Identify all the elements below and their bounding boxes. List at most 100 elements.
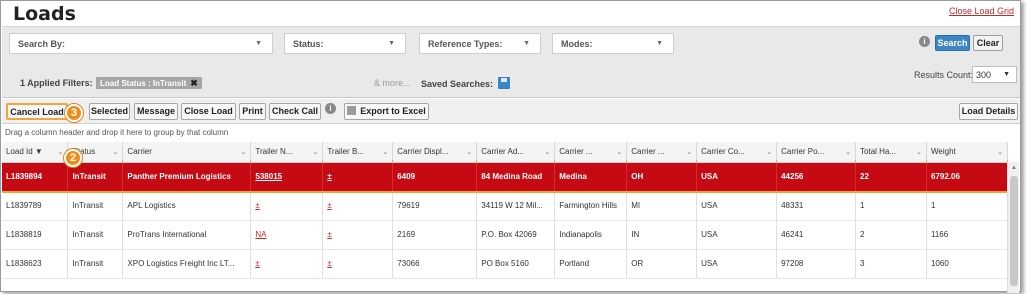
trailer-link[interactable]: ± <box>327 259 331 268</box>
trailer-link[interactable]: 538015 <box>255 172 282 181</box>
trailer-link[interactable]: ± <box>255 259 259 268</box>
table-row[interactable]: L1839894 InTransit Panther Premium Logisti… <box>2 160 1008 193</box>
table-cell: P.O. Box 42069 <box>476 220 556 250</box>
trailer-link[interactable]: ± <box>327 230 331 239</box>
close-icon[interactable]: ✖ <box>190 78 198 88</box>
check-call-button[interactable]: Check Call <box>269 103 321 120</box>
results-count-label: Results Count: <box>914 70 974 80</box>
chevron-down-icon[interactable]: ⌄ <box>58 148 64 156</box>
column-header-label: Carrier Po... <box>781 147 825 157</box>
column-header-12[interactable]: Weight ⌄ <box>926 142 1008 163</box>
excel-icon <box>347 106 357 115</box>
scroll-up-icon[interactable]: ▲ <box>1011 165 1017 171</box>
table-cell: USA <box>696 191 778 221</box>
export-to-excel-label: Export to Excel <box>360 106 426 116</box>
filter-chip-label: Load Status : InTransit <box>100 79 187 88</box>
search-button[interactable]: Search <box>935 35 970 51</box>
trailer-link[interactable]: ± <box>327 172 331 181</box>
table-cell: 6409 <box>392 162 478 192</box>
chevron-down-icon[interactable]: ⌄ <box>544 148 550 156</box>
trailer-link[interactable]: ± <box>327 201 331 210</box>
print-button[interactable]: Print <box>239 103 266 120</box>
chevron-down-icon[interactable]: ⌄ <box>241 148 247 156</box>
table-cell: ± <box>322 162 394 192</box>
column-header-6[interactable]: Carrier Ad... ⌄ <box>476 142 556 163</box>
table-cell: PO Box 5160 <box>476 249 556 279</box>
results-count-value: 300 <box>976 70 992 80</box>
chevron-down-icon[interactable]: ⌄ <box>845 148 851 156</box>
modes-label: Modes: <box>561 39 593 49</box>
chevron-down-icon[interactable]: ⌄ <box>382 148 388 156</box>
more-filters-link[interactable]: & more... <box>374 78 411 88</box>
step-badge-3: 3 <box>65 104 83 122</box>
trailer-link[interactable]: NA <box>255 230 266 239</box>
status-dropdown[interactable]: Status: ▼ <box>284 33 406 54</box>
close-load-button[interactable]: Close Load <box>181 103 236 120</box>
chevron-down-icon[interactable]: ⌄ <box>113 148 119 156</box>
chevron-down-icon[interactable]: ⌄ <box>686 148 692 156</box>
table-cell: ± <box>250 191 324 221</box>
column-header-3[interactable]: Trailer N... ⌄ <box>250 142 324 163</box>
column-header-2[interactable]: Carrier ⌄ <box>122 142 252 163</box>
selected-button[interactable]: Selected <box>89 103 130 120</box>
table-cell: 44256 <box>776 162 857 192</box>
column-header-7[interactable]: Carrier ... ⌄ <box>554 142 628 163</box>
table-cell: 73066 <box>392 249 478 279</box>
info-icon[interactable]: i <box>919 36 930 47</box>
table-row[interactable]: L1839789 InTransit APL Logistics ± ±79619 341… <box>2 191 1008 221</box>
column-header-label: Carrier Ad... <box>481 147 524 157</box>
table-cell: IN <box>626 220 698 250</box>
column-header-5[interactable]: Carrier Displ... ⌄ <box>392 142 478 163</box>
chevron-down-icon[interactable]: ⌄ <box>766 148 772 156</box>
column-header-10[interactable]: Carrier Po... ⌄ <box>776 142 857 163</box>
table-cell: Farmington Hills <box>554 191 628 221</box>
group-by-hint: Drag a column header and drop it here to… <box>5 128 229 137</box>
table-cell: Portland <box>554 249 628 279</box>
table-cell: OR <box>626 249 698 279</box>
trailer-link[interactable]: ± <box>255 201 259 210</box>
table-cell: ProTrans International <box>122 220 252 250</box>
info-icon[interactable]: i <box>325 103 336 114</box>
message-button[interactable]: Message <box>134 103 178 120</box>
table-row[interactable]: L1838623 InTransit XPO Logistics Freight I… <box>2 249 1008 279</box>
scrollbar-thumb[interactable] <box>1010 176 1018 286</box>
table-cell: 2 <box>855 220 927 250</box>
chevron-down-icon[interactable]: ⌄ <box>997 148 1003 156</box>
search-by-label: Search By: <box>18 39 66 49</box>
cancel-load-button[interactable]: Cancel Load <box>6 103 68 120</box>
loads-window: Loads Close Load Grid Search By: ▼ Status… <box>0 0 1021 293</box>
vertical-scrollbar[interactable]: ▲ <box>1007 162 1019 293</box>
reference-types-label: Reference Types: <box>428 39 503 49</box>
table-cell: USA <box>696 220 778 250</box>
load-details-button[interactable]: Load Details <box>959 103 1018 120</box>
table-cell: 1166 <box>926 220 1008 250</box>
chevron-down-icon[interactable]: ⌄ <box>466 148 472 156</box>
chevron-down-icon: ▼ <box>523 40 530 47</box>
column-header-11[interactable]: Total Ha... ⌄ <box>855 142 927 163</box>
table-row[interactable]: L1838819 InTransit ProTrans International N… <box>2 220 1008 250</box>
column-header-0[interactable]: Load Id ▼ ⌄ <box>2 142 69 163</box>
save-icon[interactable] <box>498 77 510 89</box>
status-label: Status: <box>293 39 324 49</box>
clear-button[interactable]: Clear <box>973 35 1003 51</box>
reference-types-dropdown[interactable]: Reference Types: ▼ <box>419 33 541 54</box>
chevron-down-icon: ▼ <box>1003 71 1010 78</box>
table-cell: 34119 W 12 Mil... <box>476 191 556 221</box>
chevron-down-icon[interactable]: ⌄ <box>312 148 318 156</box>
chevron-down-icon[interactable]: ⌄ <box>616 148 622 156</box>
table-cell: 22 <box>855 162 927 192</box>
column-header-label: Weight <box>930 147 956 157</box>
chevron-down-icon[interactable]: ⌄ <box>916 148 922 156</box>
column-header-8[interactable]: Carrier ... ⌄ <box>626 142 698 163</box>
modes-dropdown[interactable]: Modes: ▼ <box>552 33 674 54</box>
column-header-4[interactable]: Trailer B... ⌄ <box>322 142 394 163</box>
table-cell: 97208 <box>776 249 857 279</box>
export-to-excel-button[interactable]: Export to Excel <box>344 103 429 120</box>
close-load-grid-link[interactable]: Close Load Grid <box>949 6 1014 16</box>
results-count-select[interactable]: 300 ▼ <box>972 66 1017 83</box>
table-cell: APL Logistics <box>122 191 252 221</box>
column-header-9[interactable]: Carrier Co... ⌄ <box>696 142 778 163</box>
chevron-down-icon: ▼ <box>255 40 262 47</box>
search-by-dropdown[interactable]: Search By: ▼ <box>9 33 273 54</box>
table-cell: 538015 <box>250 162 324 192</box>
